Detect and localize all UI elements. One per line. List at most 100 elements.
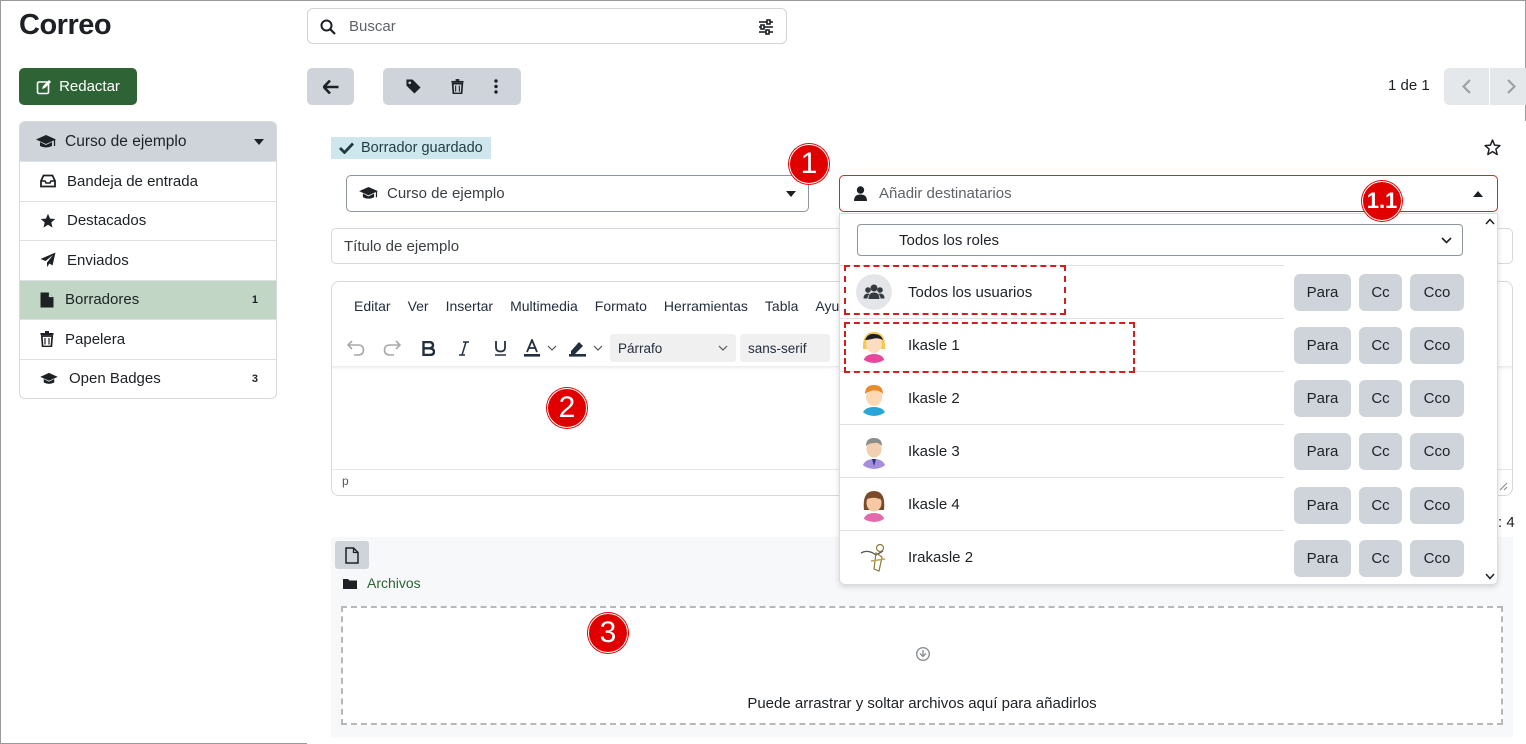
sidebar-item-label: Bandeja de entrada	[67, 172, 198, 190]
to-button[interactable]: Para	[1294, 380, 1351, 417]
folder-label[interactable]: Archivos	[367, 575, 421, 591]
editor-toolbar: Párrafo sans-serif	[340, 334, 830, 362]
list-item[interactable]: Ikasle 4	[840, 477, 1284, 530]
bcc-button[interactable]: Cco	[1410, 487, 1464, 524]
course-header[interactable]: Curso de ejemplo	[20, 122, 276, 161]
role-filter-select[interactable]: Todos los roles	[857, 224, 1463, 256]
check-icon	[339, 142, 354, 154]
graduation-cap-icon	[36, 134, 56, 150]
menu-media[interactable]: Multimedia	[510, 298, 578, 314]
previous-button[interactable]	[1444, 68, 1490, 105]
to-button[interactable]: Para	[1294, 327, 1351, 364]
font-family-value: sans-serif	[748, 340, 807, 356]
cc-button[interactable]: Cc	[1359, 540, 1402, 577]
sidebar-item-open-badges[interactable]: Open Badges 3	[20, 358, 276, 399]
graduation-cap-icon	[40, 372, 58, 386]
scroll-up-icon[interactable]	[1485, 218, 1495, 225]
file-outline-icon	[345, 546, 359, 564]
status-badge: Borrador guardado	[331, 137, 491, 159]
file-icon	[40, 292, 54, 308]
compose-label: Redactar	[59, 78, 120, 95]
add-file-button[interactable]	[335, 541, 369, 569]
to-button[interactable]: Para	[1294, 433, 1351, 470]
cc-button[interactable]: Cc	[1359, 433, 1402, 470]
cc-button[interactable]: Cc	[1359, 274, 1402, 311]
pager-text: 1 de 1	[1388, 77, 1430, 94]
sidebar-item-drafts[interactable]: Borradores 1	[20, 279, 276, 319]
search-input[interactable]: Buscar	[349, 18, 396, 35]
file-dropzone[interactable]: Puede arrastrar y soltar archivos aquí p…	[341, 606, 1503, 725]
redo-icon[interactable]	[376, 334, 408, 362]
menu-tools[interactable]: Herramientas	[664, 298, 748, 314]
cc-button[interactable]: Cc	[1359, 380, 1402, 417]
block-format-select[interactable]: Párrafo	[610, 334, 736, 362]
star-outline-icon[interactable]	[1484, 139, 1501, 156]
bcc-button[interactable]: Cco	[1410, 327, 1464, 364]
user-name: Ikasle 2	[908, 389, 960, 407]
text-color-icon[interactable]	[520, 334, 560, 362]
more-vertical-icon[interactable]	[494, 79, 498, 94]
filter-sliders-icon[interactable]	[758, 19, 774, 35]
tag-icon[interactable]	[406, 79, 421, 94]
sidebar-item-trash[interactable]: Papelera	[20, 319, 276, 359]
next-button[interactable]	[1490, 68, 1526, 105]
to-button[interactable]: Para	[1294, 540, 1351, 577]
list-item[interactable]: Irakasle 2	[840, 530, 1284, 583]
course-select[interactable]: Curso de ejemplo	[346, 175, 809, 212]
caret-down-icon	[786, 190, 796, 197]
sidebar-item-count: 1	[251, 293, 258, 306]
sidebar-item-label: Enviados	[67, 251, 129, 269]
undo-icon[interactable]	[340, 334, 372, 362]
bold-icon[interactable]	[412, 334, 444, 362]
sidebar-item-starred[interactable]: Destacados	[20, 200, 276, 241]
trash-icon	[40, 331, 54, 348]
folder-breadcrumb: Archivos	[343, 575, 421, 591]
element-path[interactable]: p	[342, 474, 349, 488]
course-select-value: Curso de ejemplo	[387, 185, 505, 202]
cc-button[interactable]: Cc	[1359, 327, 1402, 364]
scroll-down-icon[interactable]	[1485, 573, 1495, 580]
word-count-tail: : 4	[1498, 514, 1515, 531]
annotation-marker: 2	[547, 388, 587, 428]
menu-edit[interactable]: Editar	[354, 298, 391, 314]
user-name: Irakasle 2	[908, 548, 974, 566]
inbox-icon	[40, 174, 56, 188]
avatar-teacher	[856, 539, 892, 575]
list-item[interactable]: Ikasle 3	[840, 424, 1284, 477]
italic-icon[interactable]	[448, 334, 480, 362]
annotation-marker: 1.1	[1362, 181, 1402, 221]
avatar-woman	[856, 486, 892, 522]
back-button[interactable]	[307, 68, 354, 105]
caret-up-icon	[1473, 190, 1483, 197]
underline-icon[interactable]	[484, 334, 516, 362]
app-title: Correo	[19, 9, 112, 41]
cc-button[interactable]: Cc	[1359, 487, 1402, 524]
resize-handle-icon[interactable]	[1499, 482, 1508, 491]
bcc-button[interactable]: Cco	[1410, 274, 1464, 311]
list-item[interactable]: Ikasle 2	[840, 371, 1284, 424]
dropzone-text: Puede arrastrar y soltar archivos aquí p…	[747, 695, 1097, 712]
menu-table[interactable]: Tabla	[765, 298, 798, 314]
search-box[interactable]: Buscar	[307, 8, 787, 44]
sidebar-item-sent[interactable]: Enviados	[20, 240, 276, 280]
to-button[interactable]: Para	[1294, 487, 1351, 524]
highlight-color-icon[interactable]	[564, 334, 606, 362]
bcc-button[interactable]: Cco	[1410, 433, 1464, 470]
font-family-select[interactable]: sans-serif	[740, 334, 830, 362]
paper-plane-icon	[40, 252, 56, 268]
user-name: Ikasle 4	[908, 495, 960, 513]
saved-status-text: Borrador guardado	[361, 140, 483, 156]
compose-button[interactable]: Redactar	[19, 68, 137, 105]
bcc-button[interactable]: Cco	[1410, 380, 1464, 417]
menu-format[interactable]: Formato	[595, 298, 647, 314]
message-actions	[383, 68, 521, 105]
pager-buttons	[1444, 68, 1526, 105]
to-button[interactable]: Para	[1294, 274, 1351, 311]
menu-insert[interactable]: Insertar	[446, 298, 493, 314]
sidebar-item-inbox[interactable]: Bandeja de entrada	[20, 161, 276, 201]
arrow-left-icon	[322, 79, 339, 94]
bcc-button[interactable]: Cco	[1410, 540, 1464, 577]
trash-icon[interactable]	[451, 79, 464, 94]
menu-view[interactable]: Ver	[408, 298, 429, 314]
course-panel: Curso de ejemplo Bandeja de entrada Dest…	[19, 121, 277, 399]
